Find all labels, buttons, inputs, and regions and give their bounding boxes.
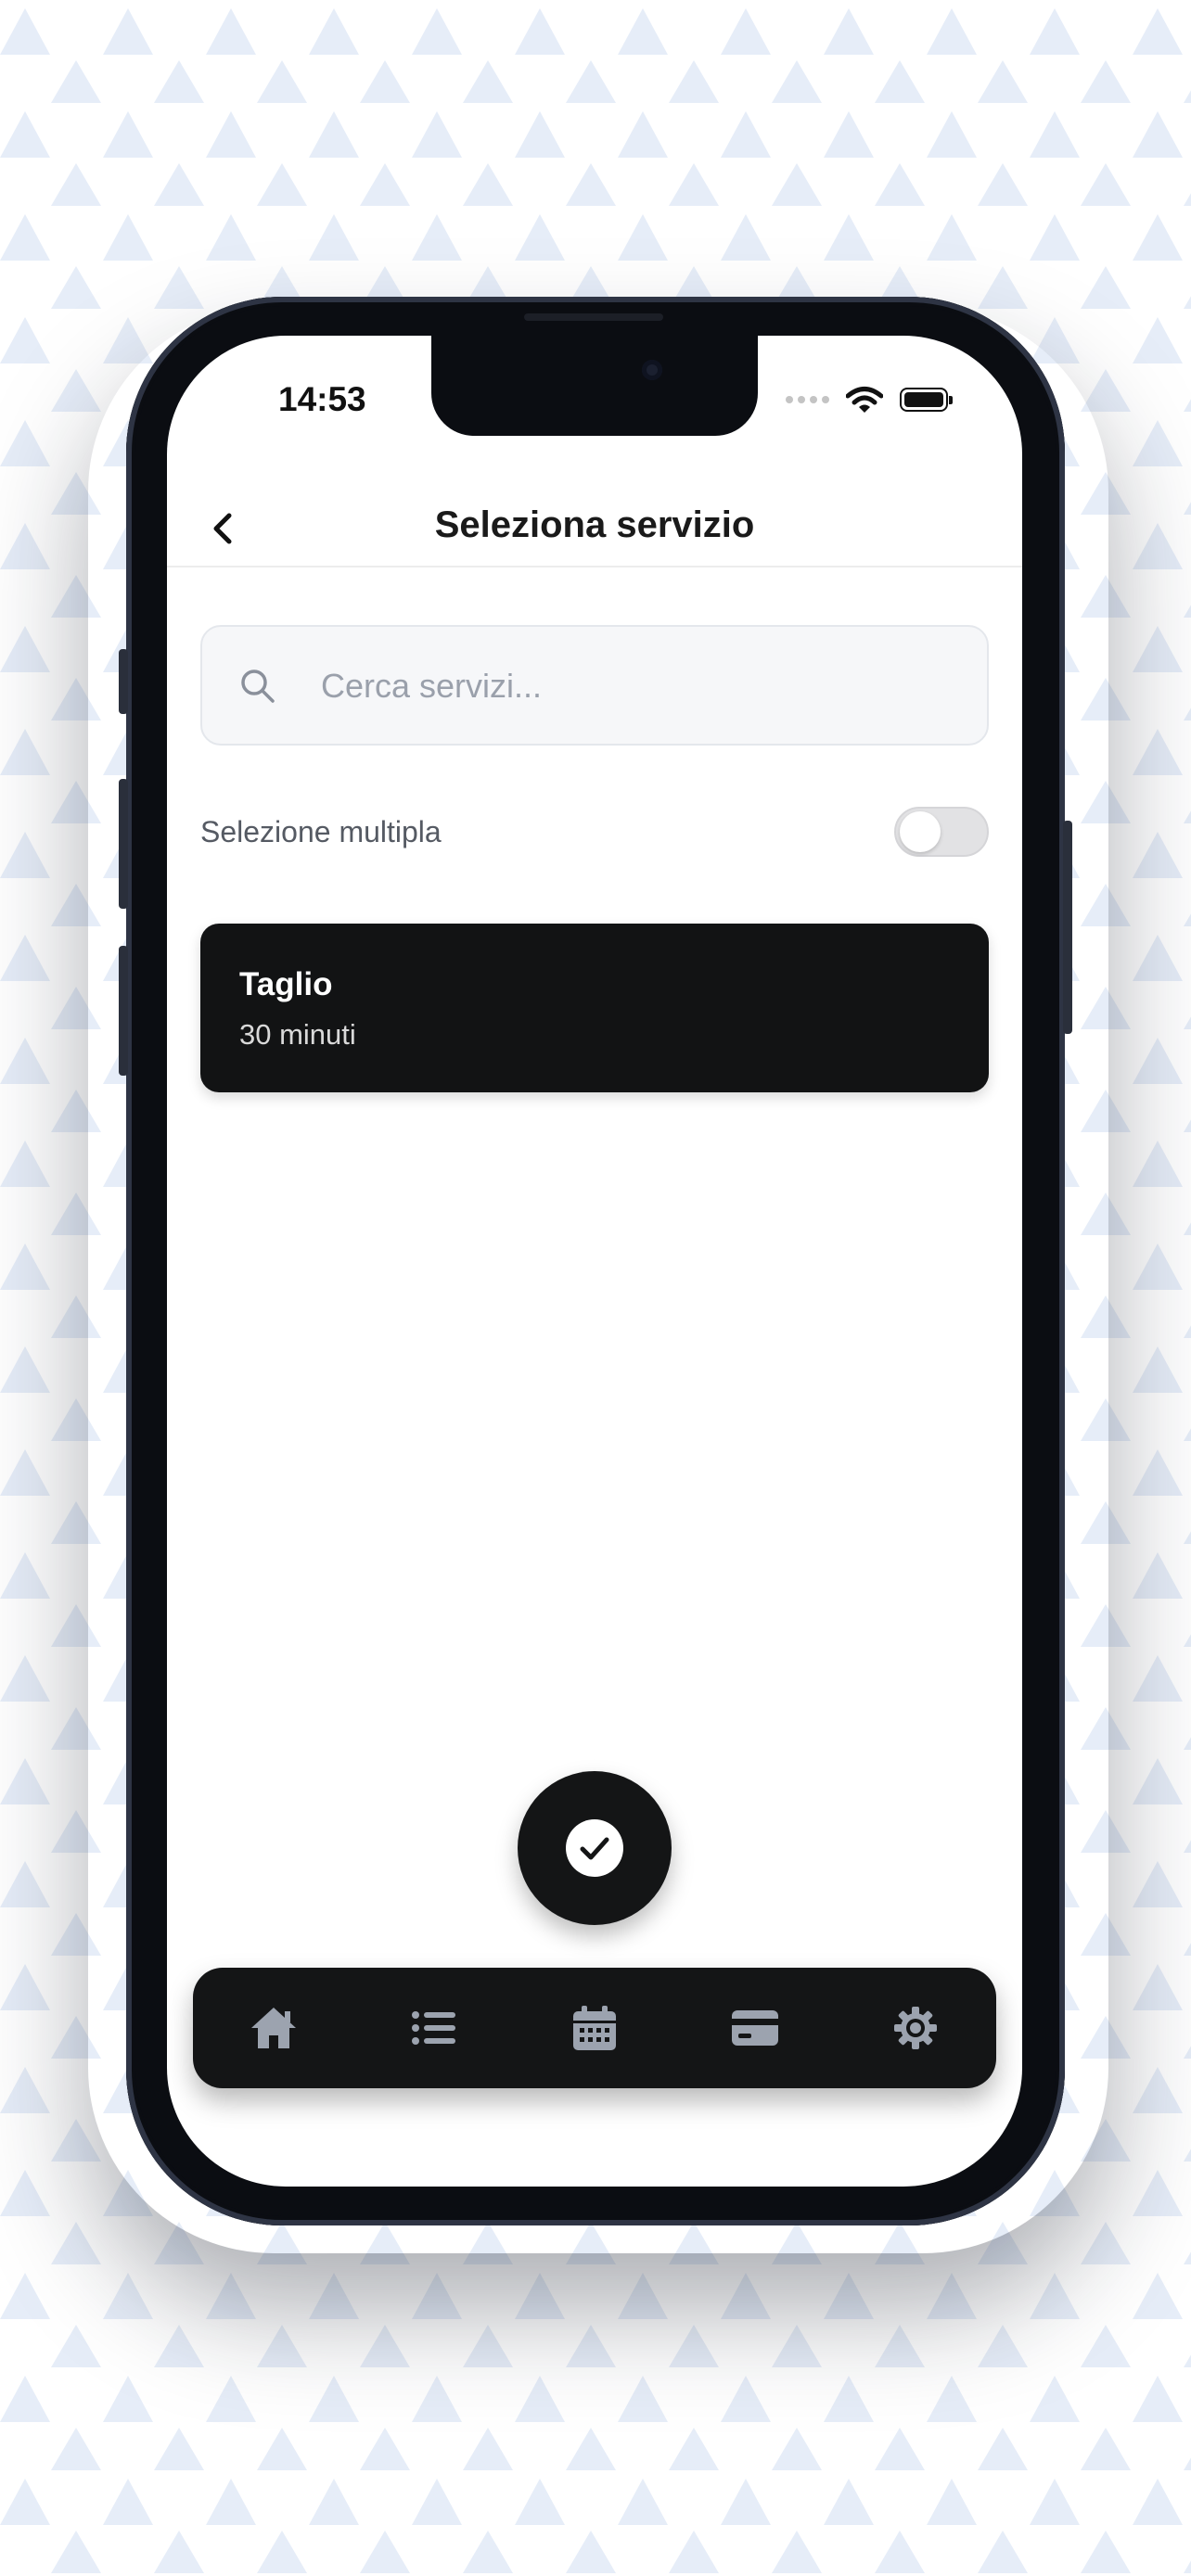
calendar-icon: [572, 2006, 616, 2050]
notch: [431, 336, 758, 436]
side-button-volume-up: [119, 779, 128, 909]
side-button-silent: [119, 649, 128, 714]
front-camera: [642, 360, 662, 380]
tab-home[interactable]: [237, 1991, 311, 2065]
search-box: [200, 625, 989, 746]
tab-list[interactable]: [397, 1991, 471, 2065]
search-input[interactable]: [319, 627, 954, 746]
app-screen: 14:53 Seleziona servizio Selezione multi…: [167, 336, 1022, 2187]
list-icon: [411, 2011, 455, 2045]
service-card-taglio[interactable]: Taglio 30 minuti: [200, 924, 989, 1092]
confirm-button[interactable]: [518, 1771, 672, 1925]
tab-payments[interactable]: [718, 1991, 792, 2065]
header: Seleziona servizio: [167, 475, 1022, 567]
page-title: Seleziona servizio: [434, 504, 755, 545]
wifi-icon: [846, 387, 883, 413]
multi-select-label: Selezione multipla: [200, 815, 442, 848]
side-button-power: [1063, 821, 1072, 1034]
tab-calendar[interactable]: [557, 1991, 632, 2065]
battery-icon: [900, 388, 953, 412]
service-name: Taglio: [239, 966, 333, 1002]
credit-card-icon: [732, 2010, 779, 2046]
status-icons: [786, 386, 953, 414]
multi-select-toggle[interactable]: [894, 807, 989, 857]
check-icon: [566, 1819, 623, 1877]
signal-icon: [786, 396, 829, 403]
home-icon: [250, 2008, 296, 2048]
side-button-volume-down: [119, 946, 128, 1076]
search-icon: [241, 670, 275, 703]
tab-bar: [193, 1968, 996, 2088]
toggle-knob: [900, 811, 941, 852]
settings-icon: [894, 2007, 938, 2049]
service-duration: 30 minuti: [239, 1018, 356, 1051]
tab-settings[interactable]: [878, 1991, 953, 2065]
earpiece-speaker: [524, 313, 663, 321]
status-time: 14:53: [278, 380, 366, 418]
